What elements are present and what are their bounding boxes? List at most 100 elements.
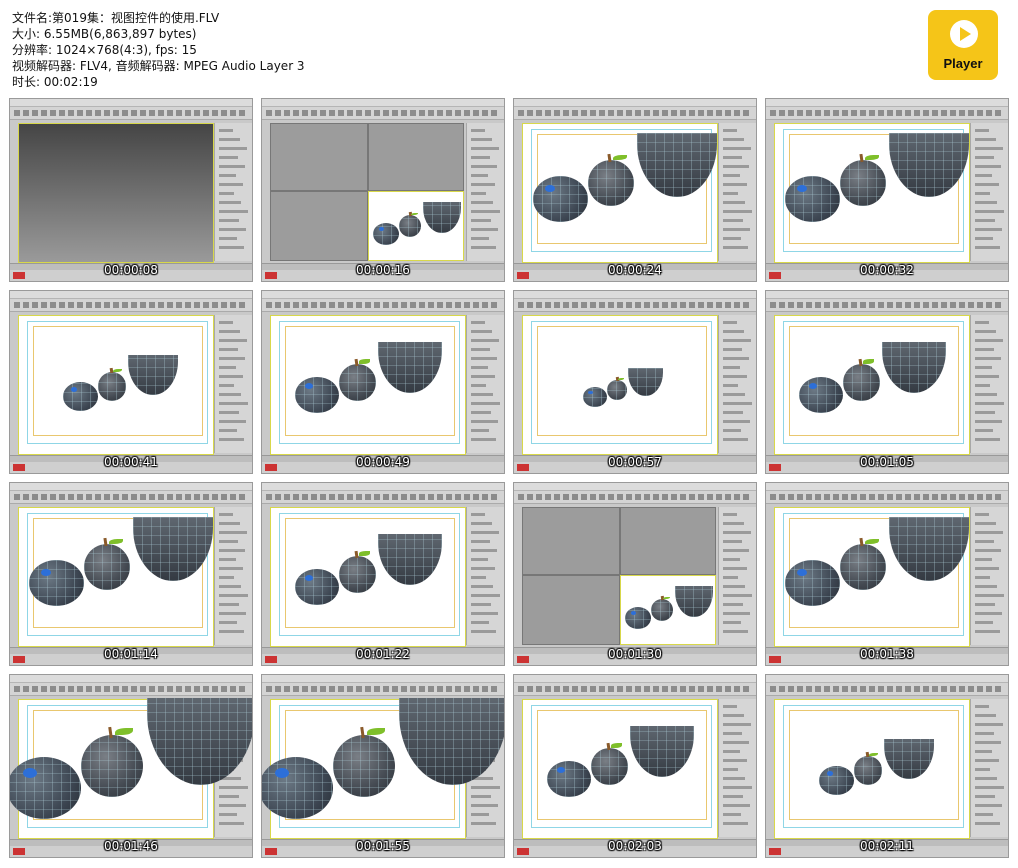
viewport[interactable] xyxy=(774,123,970,263)
apple-model[interactable] xyxy=(853,751,883,785)
viewport[interactable] xyxy=(270,507,466,647)
viewport-ortho[interactable] xyxy=(368,123,464,191)
app-toolbar xyxy=(514,683,756,696)
video-thumbnail[interactable]: 00:00:16 xyxy=(261,98,505,282)
command-panel xyxy=(970,507,1008,645)
blueberry-model[interactable] xyxy=(819,766,854,796)
viewport-ortho[interactable] xyxy=(620,507,716,575)
app-toolbar xyxy=(514,299,756,312)
app-toolbar xyxy=(262,491,504,504)
app-menubar xyxy=(10,291,252,299)
thumbnail-timestamp: 00:01:22 xyxy=(356,647,410,661)
file-size: 大小: 6.55MB(6,863,897 bytes) xyxy=(12,27,197,41)
app-menubar xyxy=(10,675,252,683)
viewport-ortho[interactable] xyxy=(522,507,620,575)
viewport[interactable] xyxy=(262,698,504,839)
video-thumbnail[interactable]: 00:00:32 xyxy=(765,98,1009,282)
viewport[interactable] xyxy=(18,507,214,647)
app-toolbar xyxy=(766,299,1008,312)
app-toolbar xyxy=(766,491,1008,504)
apple-model[interactable] xyxy=(607,377,627,400)
file-name: 文件名:第019集：视图控件的使用.FLV xyxy=(12,11,220,25)
viewport[interactable] xyxy=(270,315,466,455)
app-menubar xyxy=(262,675,504,683)
blueberry-model[interactable] xyxy=(583,387,607,407)
apple-model[interactable] xyxy=(591,742,628,785)
app-menubar xyxy=(262,99,504,107)
thumbnail-timestamp: 00:00:57 xyxy=(608,455,662,469)
banana-model[interactable] xyxy=(674,586,713,617)
app-toolbar xyxy=(514,491,756,504)
app-toolbar xyxy=(10,683,252,696)
blueberry-model[interactable] xyxy=(63,382,98,412)
command-panel xyxy=(718,123,756,261)
thumbnail-timestamp: 00:01:38 xyxy=(860,647,914,661)
video-thumbnail[interactable]: 00:01:46 xyxy=(9,674,253,858)
thumbnail-timestamp: 00:00:08 xyxy=(104,263,158,277)
video-thumbnail[interactable]: 00:01:05 xyxy=(765,290,1009,474)
viewport[interactable] xyxy=(522,699,718,839)
video-thumbnail[interactable]: 00:00:08 xyxy=(9,98,253,282)
video-thumbnail[interactable]: 00:01:38 xyxy=(765,482,1009,666)
play-icon xyxy=(950,20,978,48)
apple-model[interactable] xyxy=(97,367,127,401)
blueberry-model[interactable] xyxy=(625,607,652,630)
app-menubar xyxy=(262,483,504,491)
command-panel xyxy=(466,123,504,261)
apple-model[interactable] xyxy=(339,358,376,401)
viewport-ortho[interactable] xyxy=(270,191,368,261)
file-info: 文件名:第019集：视图控件的使用.FLV 大小: 6.55MB(6,863,8… xyxy=(12,10,305,90)
viewport-perspective[interactable] xyxy=(620,575,716,645)
blueberry-model[interactable] xyxy=(373,223,400,246)
apple-model[interactable] xyxy=(651,596,674,622)
video-thumbnail[interactable]: 00:01:30 xyxy=(513,482,757,666)
video-thumbnail[interactable]: 00:00:41 xyxy=(9,290,253,474)
app-toolbar xyxy=(766,107,1008,120)
command-panel xyxy=(214,123,252,261)
app-toolbar xyxy=(262,299,504,312)
video-thumbnail[interactable]: 00:01:14 xyxy=(9,482,253,666)
player-logo: Player xyxy=(928,10,998,80)
viewport-ortho[interactable] xyxy=(522,575,620,645)
viewport-perspective[interactable] xyxy=(368,191,464,261)
player-logo-label: Player xyxy=(943,56,983,71)
thumbnail-timestamp: 00:01:30 xyxy=(608,647,662,661)
viewport[interactable] xyxy=(18,315,214,455)
video-thumbnail[interactable]: 00:00:57 xyxy=(513,290,757,474)
apple-leaf xyxy=(863,359,875,364)
apple-leaf xyxy=(359,359,371,364)
apple-leaf xyxy=(611,743,623,748)
video-thumbnail[interactable]: 00:02:03 xyxy=(513,674,757,858)
video-thumbnail[interactable]: 00:02:11 xyxy=(765,674,1009,858)
viewport[interactable] xyxy=(522,123,718,263)
thumbnail-timestamp: 00:01:46 xyxy=(104,839,158,853)
command-panel xyxy=(718,699,756,837)
thumbnail-timestamp: 00:01:05 xyxy=(860,455,914,469)
viewport[interactable] xyxy=(774,507,970,647)
app-menubar xyxy=(262,291,504,299)
video-thumbnail[interactable]: 00:01:55 xyxy=(261,674,505,858)
video-thumbnail[interactable]: 00:00:24 xyxy=(513,98,757,282)
command-panel xyxy=(970,699,1008,837)
thumbnail-timestamp: 00:01:14 xyxy=(104,647,158,661)
viewport[interactable] xyxy=(774,315,970,455)
apple-model[interactable] xyxy=(843,358,880,401)
apple-leaf xyxy=(359,551,371,556)
video-thumbnail[interactable]: 00:00:49 xyxy=(261,290,505,474)
app-toolbar xyxy=(514,107,756,120)
apple-model[interactable] xyxy=(399,212,422,238)
command-panel xyxy=(214,315,252,453)
viewport[interactable] xyxy=(10,698,252,839)
viewport-ortho[interactable] xyxy=(270,123,368,191)
thumbnail-timestamp: 00:02:03 xyxy=(608,839,662,853)
banana-model[interactable] xyxy=(422,202,461,233)
file-duration: 时长: 00:02:19 xyxy=(12,75,98,89)
viewport[interactable] xyxy=(18,123,214,263)
video-thumbnail[interactable]: 00:01:22 xyxy=(261,482,505,666)
app-menubar xyxy=(766,675,1008,683)
command-panel xyxy=(718,507,756,645)
apple-model[interactable] xyxy=(339,550,376,593)
viewport[interactable] xyxy=(774,699,970,839)
viewport[interactable] xyxy=(522,315,718,455)
app-toolbar xyxy=(766,683,1008,696)
